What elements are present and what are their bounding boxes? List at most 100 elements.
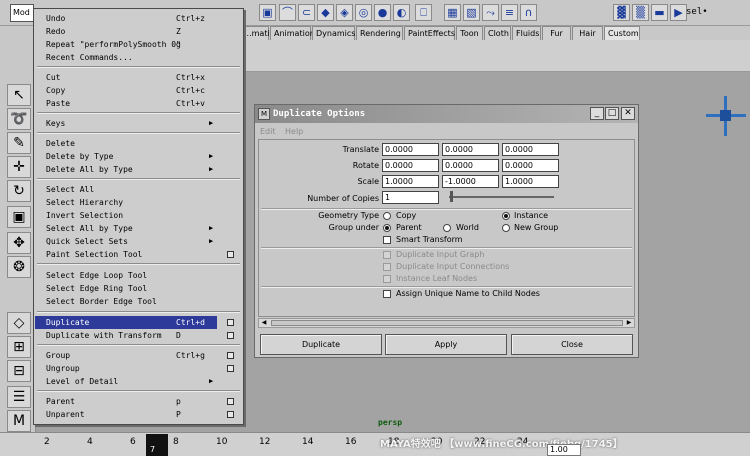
menu-item-copy[interactable]: Copy Ctrl+c	[35, 84, 242, 97]
maximize-button[interactable]: □	[605, 107, 619, 120]
menu-edit[interactable]: Edit	[260, 127, 276, 136]
tab-cloth[interactable]: Cloth	[484, 26, 511, 40]
menu-item-parent[interactable]: Parent p	[35, 395, 242, 408]
menu-mode-field[interactable]: Mod	[10, 4, 34, 22]
menu-item-select-border-edge-tool[interactable]: Select Border Edge Tool	[35, 295, 242, 308]
rotate-y-field[interactable]: 0.0000	[442, 159, 499, 172]
menu-item-cut[interactable]: Cut Ctrl+x	[35, 71, 242, 84]
snap-surface-icon[interactable]: ◎	[355, 4, 372, 21]
menu-item-ungroup[interactable]: Ungroup	[35, 362, 242, 375]
scale-y-field[interactable]: -1.0000	[442, 175, 499, 188]
tab-mation[interactable]: ...mation	[240, 26, 280, 40]
manipulator-icon[interactable]: ✥	[7, 232, 31, 254]
scroll-left-icon[interactable]: ◀	[259, 319, 269, 327]
camera-icon[interactable]: ⎕	[415, 4, 432, 21]
menu-item-select-edge-loop-tool[interactable]: Select Edge Loop Tool	[35, 269, 242, 282]
snap-point-icon[interactable]: ◆	[317, 4, 334, 21]
render-icon[interactable]: ●	[374, 4, 391, 21]
magnet-icon[interactable]: ∩	[520, 4, 537, 21]
menu-item-select-edge-ring-tool[interactable]: Select Edge Ring Tool	[35, 282, 242, 295]
menu-item-select-hierarchy[interactable]: Select Hierarchy	[35, 196, 242, 209]
minimize-button[interactable]: _	[590, 107, 604, 120]
horizontal-scrollbar[interactable]: ◀ ▶	[258, 318, 635, 328]
menu-item-select-all[interactable]: Select All	[35, 183, 242, 196]
copies-field[interactable]: 1	[382, 191, 439, 204]
paint-select-icon[interactable]: ✎	[7, 132, 31, 154]
menu-item-redo[interactable]: Redo Z	[35, 25, 242, 38]
scale-z-field[interactable]: 1.0000	[502, 175, 559, 188]
tab-painteffects[interactable]: PaintEffects	[404, 26, 455, 40]
group-new-radio[interactable]	[502, 224, 510, 232]
rotate-icon[interactable]: ↻	[7, 180, 31, 202]
tab-hair[interactable]: Hair	[572, 26, 603, 40]
menu-item-keys[interactable]: Keys ▶	[35, 117, 242, 130]
snap-view-icon[interactable]: ◈	[336, 4, 353, 21]
smart-transform-checkbox[interactable]	[383, 236, 391, 244]
select-arrow-icon[interactable]: ↖	[7, 84, 31, 106]
group-world-radio[interactable]	[443, 224, 451, 232]
scroll-right-icon[interactable]: ▶	[624, 319, 634, 327]
menu-item-recent-commands[interactable]: Recent Commands...	[35, 51, 242, 64]
menu-item-unparent[interactable]: Unparent P	[35, 408, 242, 421]
grid-icon[interactable]: ▦	[444, 4, 461, 21]
move-icon[interactable]: ✛	[7, 156, 31, 178]
menu-item-select-all-by-type[interactable]: Select All by Type ▶	[35, 222, 242, 235]
tab-fluids[interactable]: Fluids	[512, 26, 541, 40]
time-slider[interactable]: 7 2 4 6 8 10 12 14 16 18 20 22 24	[0, 432, 750, 456]
select-by-component-icon[interactable]: ▣	[259, 4, 276, 21]
copies-slider[interactable]	[449, 196, 554, 198]
instance-leaf-checkbox[interactable]	[383, 275, 391, 283]
clapper-icon[interactable]: ▓	[613, 4, 630, 21]
tab-rendering[interactable]: Rendering	[356, 26, 403, 40]
scale-x-field[interactable]: 1.0000	[382, 175, 439, 188]
menu-item-duplicate-with-transform[interactable]: Duplicate with Transform D	[35, 329, 242, 342]
menu-item-repeat-performpolysmooth-0[interactable]: Repeat "performPolySmooth 0" g	[35, 38, 242, 51]
snap-curve-icon[interactable]: ⊂	[298, 4, 315, 21]
geometry-instance-radio[interactable]	[502, 212, 510, 220]
menu-item-invert-selection[interactable]: Invert Selection	[35, 209, 242, 222]
dup-input-connections-checkbox[interactable]	[383, 263, 391, 271]
layout-four-icon[interactable]: ⊞	[7, 336, 31, 358]
maya-logo-icon[interactable]: M	[7, 410, 31, 432]
menu-item-level-of-detail[interactable]: Level of Detail ▶	[35, 375, 242, 388]
dialog-titlebar[interactable]: M Duplicate Options _ □ ✕	[255, 105, 638, 123]
film-icon[interactable]: ▬	[651, 4, 668, 21]
connection-icon[interactable]: ⤳	[482, 4, 499, 21]
assign-unique-name-checkbox[interactable]	[383, 290, 391, 298]
group-parent-radio[interactable]	[383, 224, 391, 232]
rotate-x-field[interactable]: 0.0000	[382, 159, 439, 172]
option-box-icon[interactable]	[227, 365, 234, 372]
duplicate-button[interactable]: Duplicate	[260, 334, 382, 355]
lasso-icon[interactable]: ➰	[7, 108, 31, 130]
translate-z-field[interactable]: 0.0000	[502, 143, 559, 156]
magnet-curve-icon[interactable]: ⌒	[279, 4, 296, 21]
tab-dynamics[interactable]: Dynamics	[312, 26, 355, 40]
tab-animation[interactable]: Animation	[270, 26, 315, 40]
clapper-alt-icon[interactable]: ▒	[632, 4, 649, 21]
ipr-icon[interactable]: ◐	[393, 4, 410, 21]
dup-input-graph-checkbox[interactable]	[383, 251, 391, 259]
playback-icon[interactable]: ▶	[670, 4, 687, 21]
translate-x-field[interactable]: 0.0000	[382, 143, 439, 156]
close-window-button[interactable]: ✕	[621, 107, 635, 120]
option-box-icon[interactable]	[227, 352, 234, 359]
tab-toon[interactable]: Toon	[456, 26, 483, 40]
menu-item-delete[interactable]: Delete	[35, 137, 242, 150]
copies-slider-handle[interactable]	[450, 191, 453, 202]
menu-item-quick-select-sets[interactable]: Quick Select Sets ▶	[35, 235, 242, 248]
menu-help[interactable]: Help	[285, 127, 303, 136]
menu-item-group[interactable]: Group Ctrl+g	[35, 349, 242, 362]
menu-item-delete-all-by-type[interactable]: Delete All by Type ▶	[35, 163, 242, 176]
menu-item-delete-by-type[interactable]: Delete by Type ▶	[35, 150, 242, 163]
translate-y-field[interactable]: 0.0000	[442, 143, 499, 156]
option-box-icon[interactable]	[227, 332, 234, 339]
menu-item-duplicate[interactable]: Duplicate Ctrl+d	[35, 316, 217, 329]
hypershade-icon[interactable]: ▧	[463, 4, 480, 21]
apply-button[interactable]: Apply	[385, 334, 507, 355]
outliner-icon[interactable]: ☰	[7, 386, 31, 408]
option-box-icon[interactable]	[227, 398, 234, 405]
scale-icon[interactable]: ▣	[7, 206, 31, 228]
layout-single-icon[interactable]: ◇	[7, 312, 31, 334]
menu-item-paint-selection-tool[interactable]: Paint Selection Tool	[35, 248, 242, 261]
scroll-thumb[interactable]	[271, 320, 623, 326]
